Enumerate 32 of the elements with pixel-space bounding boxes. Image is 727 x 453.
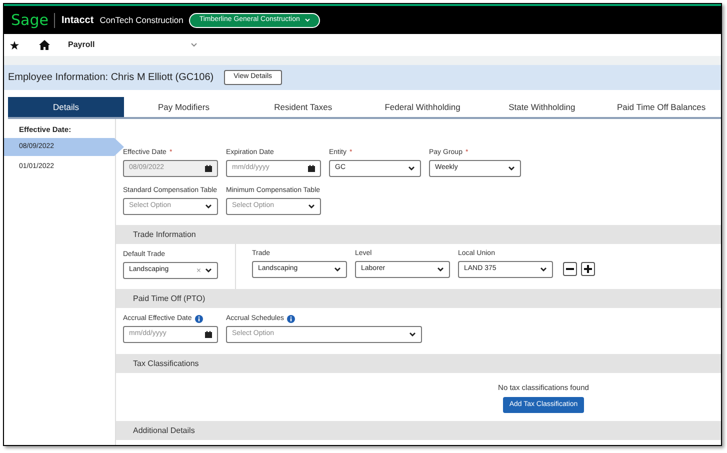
chevron-down-icon [205, 268, 212, 273]
logo[interactable]: Sage [11, 12, 48, 28]
info-icon[interactable] [194, 315, 203, 323]
chevron-down-icon [205, 204, 212, 209]
tab[interactable]: Details [8, 97, 124, 117]
chevron-down-icon[interactable] [190, 43, 197, 47]
company-name: ConTech Construction [100, 14, 184, 26]
plus-icon [584, 265, 592, 273]
chevron-down-icon [408, 166, 415, 171]
product-name: Intacct [61, 14, 94, 28]
chevron-down-icon [409, 332, 416, 337]
chevron-down-icon [540, 267, 547, 272]
star-icon[interactable] [10, 40, 19, 50]
chevron-down-icon [508, 166, 515, 171]
chevron-down-icon [304, 18, 310, 22]
home-icon[interactable] [39, 40, 50, 50]
section-header: Additional Details [116, 421, 721, 440]
module-name[interactable]: Payroll [68, 39, 95, 51]
minus-icon [566, 268, 574, 270]
calendar-icon [205, 165, 212, 172]
chevron-down-icon [437, 267, 444, 272]
section-header: Trade Information [116, 225, 721, 244]
calendar-icon [205, 331, 212, 338]
employee-title: Employee Information: Chris M Elliott (GC106) [8, 71, 214, 85]
add-button[interactable] [581, 262, 595, 276]
chevron-down-icon [334, 267, 341, 272]
chevron-down-icon [308, 204, 315, 209]
info-icon[interactable] [286, 315, 295, 323]
section-header: Tax Classifications [116, 354, 721, 373]
calendar-icon [308, 165, 315, 172]
section-header: Paid Time Off (PTO) [116, 289, 721, 308]
remove-button[interactable] [563, 262, 577, 276]
